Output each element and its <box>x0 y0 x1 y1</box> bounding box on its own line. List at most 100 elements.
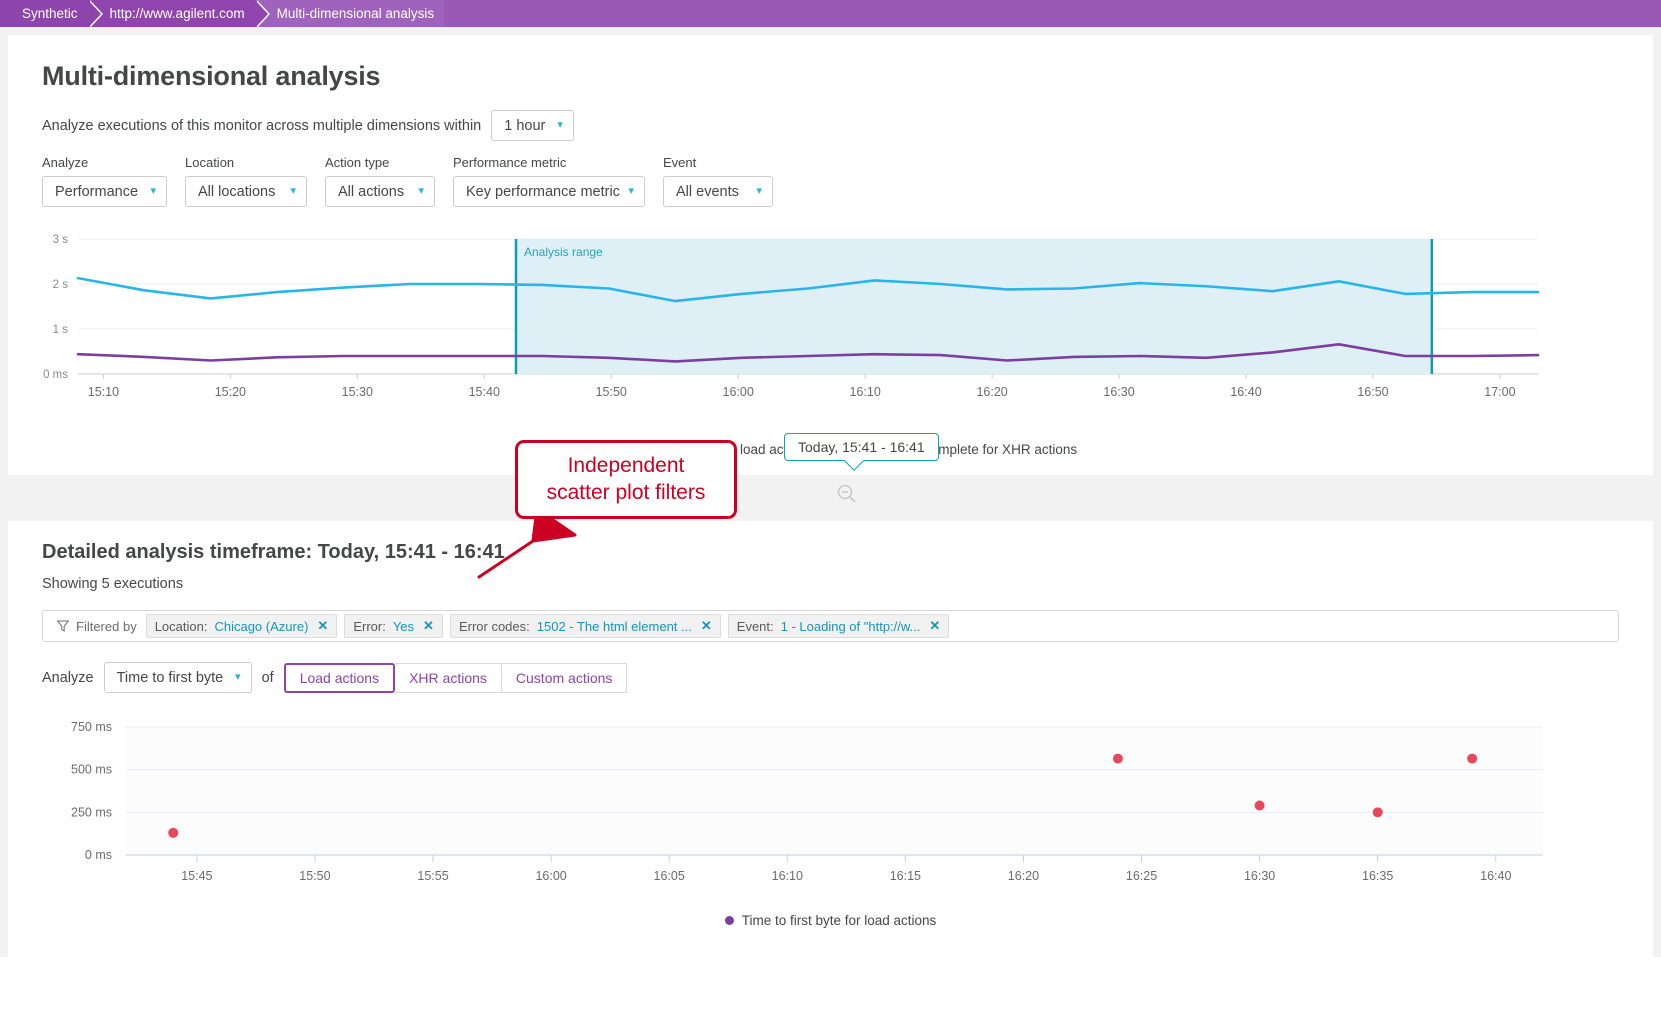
svg-text:16:40: 16:40 <box>1230 385 1261 399</box>
svg-text:15:50: 15:50 <box>299 869 330 883</box>
svg-text:750 ms: 750 ms <box>71 720 112 734</box>
svg-text:15:30: 15:30 <box>342 385 373 399</box>
filter-event: Event All events ▾ <box>663 155 773 207</box>
close-icon[interactable]: ✕ <box>701 618 712 634</box>
metric-select[interactable]: Time to first byte ▾ <box>103 662 252 693</box>
event-value: All events <box>676 183 739 200</box>
timeframe-select[interactable]: 1 hour ▾ <box>491 110 574 141</box>
chevron-down-icon: ▾ <box>756 185 762 197</box>
segment-load-actions[interactable]: Load actions <box>283 662 396 693</box>
svg-text:3 s: 3 s <box>53 234 69 246</box>
chevron-down-icon: ▾ <box>290 185 296 197</box>
svg-text:16:00: 16:00 <box>723 385 754 399</box>
overview-line-chart[interactable]: Today, 15:41 - 16:41 0 ms 1 s 2 s 3 s Analys… <box>8 229 1653 461</box>
breadcrumb-item-current: Multi-dimensional analysis <box>254 0 445 27</box>
filter-chip-event[interactable]: Event: 1 - Loading of "http://w... ✕ <box>727 614 950 638</box>
analyze-select[interactable]: Performance ▾ <box>42 176 167 207</box>
breadcrumb-item-url[interactable]: http://www.agilent.com <box>87 0 270 27</box>
svg-text:16:30: 16:30 <box>1244 869 1275 883</box>
scatter-plot[interactable]: 0 ms 250 ms 500 ms 750 ms 15:45 15:50 15:55 16:… <box>8 715 1653 905</box>
filter-chip-error[interactable]: Error: Yes ✕ <box>344 614 443 638</box>
action-type-value: All actions <box>338 183 405 200</box>
svg-text:0 ms: 0 ms <box>85 848 112 862</box>
breadcrumb-divider <box>87 0 101 27</box>
svg-text:2 s: 2 s <box>53 279 69 291</box>
action-type-select[interactable]: All actions ▾ <box>325 176 435 207</box>
filter-label: Event <box>663 155 697 170</box>
location-select[interactable]: All locations ▾ <box>185 176 307 207</box>
svg-text:17:00: 17:00 <box>1484 385 1515 399</box>
chip-key: Error codes: <box>458 618 530 634</box>
action-type-segmented-control: Load actions XHR actions Custom actions <box>283 662 628 693</box>
breadcrumb-item-synthetic[interactable]: Synthetic <box>0 0 103 27</box>
scatter-plot-svg: 0 ms 250 ms 500 ms 750 ms 15:45 15:50 15:55 16:… <box>71 720 1543 883</box>
legend-color-swatch <box>724 916 734 925</box>
close-icon[interactable]: ✕ <box>423 618 434 634</box>
svg-text:16:25: 16:25 <box>1126 869 1157 883</box>
analysis-range-tooltip: Today, 15:41 - 16:41 <box>784 433 939 461</box>
timeframe-row: Analyze executions of this monitor acros… <box>8 92 1653 141</box>
detail-title: Detailed analysis timeframe: Today, 15:4… <box>42 541 505 563</box>
filter-performance-metric: Performance metric Key performance metri… <box>453 155 645 207</box>
executions-count: Showing 5 executions <box>42 576 184 592</box>
svg-text:15:50: 15:50 <box>596 385 627 399</box>
performance-metric-value: Key performance metric <box>466 183 620 200</box>
svg-text:16:35: 16:35 <box>1362 869 1393 883</box>
chevron-down-icon: ▾ <box>628 185 634 197</box>
filter-chip-location[interactable]: Location: Chicago (Azure) ✕ <box>145 614 338 638</box>
chip-value: 1 - Loading of "http://w... <box>780 618 921 634</box>
svg-text:0 ms: 0 ms <box>43 369 68 381</box>
breadcrumb-label: Multi-dimensional analysis <box>276 6 435 21</box>
segment-custom-actions[interactable]: Custom actions <box>501 662 628 693</box>
svg-text:15:20: 15:20 <box>215 385 246 399</box>
svg-text:15:10: 15:10 <box>88 385 119 399</box>
callout-line-1: Independent <box>567 453 685 477</box>
filter-label: Location <box>185 155 235 170</box>
filter-chips-bar: Filtered by Location: Chicago (Azure) ✕ … <box>42 610 1619 642</box>
svg-text:16:30: 16:30 <box>1103 385 1134 399</box>
funnel-icon <box>57 620 69 632</box>
overview-panel: Multi-dimensional analysis Analyze execu… <box>8 35 1653 475</box>
location-value: All locations <box>198 183 276 200</box>
of-label: of <box>261 669 274 686</box>
chip-key: Error: <box>353 618 386 634</box>
svg-text:1 s: 1 s <box>53 324 69 336</box>
svg-text:16:05: 16:05 <box>654 869 685 883</box>
svg-text:16:20: 16:20 <box>976 385 1007 399</box>
segment-xhr-actions[interactable]: XHR actions <box>395 662 502 693</box>
chip-value: 1502 - The html element ... <box>536 618 692 634</box>
breadcrumb-label: Synthetic <box>22 6 78 21</box>
svg-text:15:55: 15:55 <box>417 869 448 883</box>
breadcrumb-label: http://www.agilent.com <box>109 6 245 21</box>
filter-chip-error-codes[interactable]: Error codes: 1502 - The html element ...… <box>449 614 721 638</box>
svg-text:16:20: 16:20 <box>1008 869 1039 883</box>
callout-annotation: Independent scatter plot filters <box>515 440 737 519</box>
svg-text:16:10: 16:10 <box>772 869 803 883</box>
svg-text:15:45: 15:45 <box>181 869 212 883</box>
svg-text:500 ms: 500 ms <box>71 763 112 777</box>
close-icon[interactable]: ✕ <box>317 618 328 634</box>
filter-label: Performance metric <box>453 155 567 170</box>
chevron-down-icon: ▾ <box>150 185 156 197</box>
performance-metric-select[interactable]: Key performance metric ▾ <box>453 176 645 207</box>
svg-text:16:10: 16:10 <box>849 385 880 399</box>
chip-value: Yes <box>392 618 415 634</box>
detail-panel: Detailed analysis timeframe: Today, 15:4… <box>8 521 1653 1013</box>
filter-label: Action type <box>325 155 390 170</box>
callout-line-2: scatter plot filters <box>546 480 706 504</box>
zoom-out-icon[interactable] <box>836 483 858 510</box>
analyze-value: Performance <box>55 183 139 200</box>
chevron-down-icon: ▾ <box>235 671 241 683</box>
filter-analyze: Analyze Performance ▾ <box>42 155 167 207</box>
event-select[interactable]: All events ▾ <box>663 176 773 207</box>
line-chart-svg: 0 ms 1 s 2 s 3 s Analysis range 15:10 15:20 15:… <box>43 234 1540 399</box>
chip-key: Event: <box>736 618 774 634</box>
chevron-down-icon: ▾ <box>418 185 424 197</box>
close-icon[interactable]: ✕ <box>929 618 940 634</box>
filter-location: Location All locations ▾ <box>185 155 307 207</box>
svg-text:Analysis range: Analysis range <box>524 245 603 259</box>
filter-label: Analyze <box>42 155 89 170</box>
panel-separator <box>0 475 1661 513</box>
analyze-label: Analyze <box>42 669 94 686</box>
svg-text:250 ms: 250 ms <box>71 805 112 819</box>
